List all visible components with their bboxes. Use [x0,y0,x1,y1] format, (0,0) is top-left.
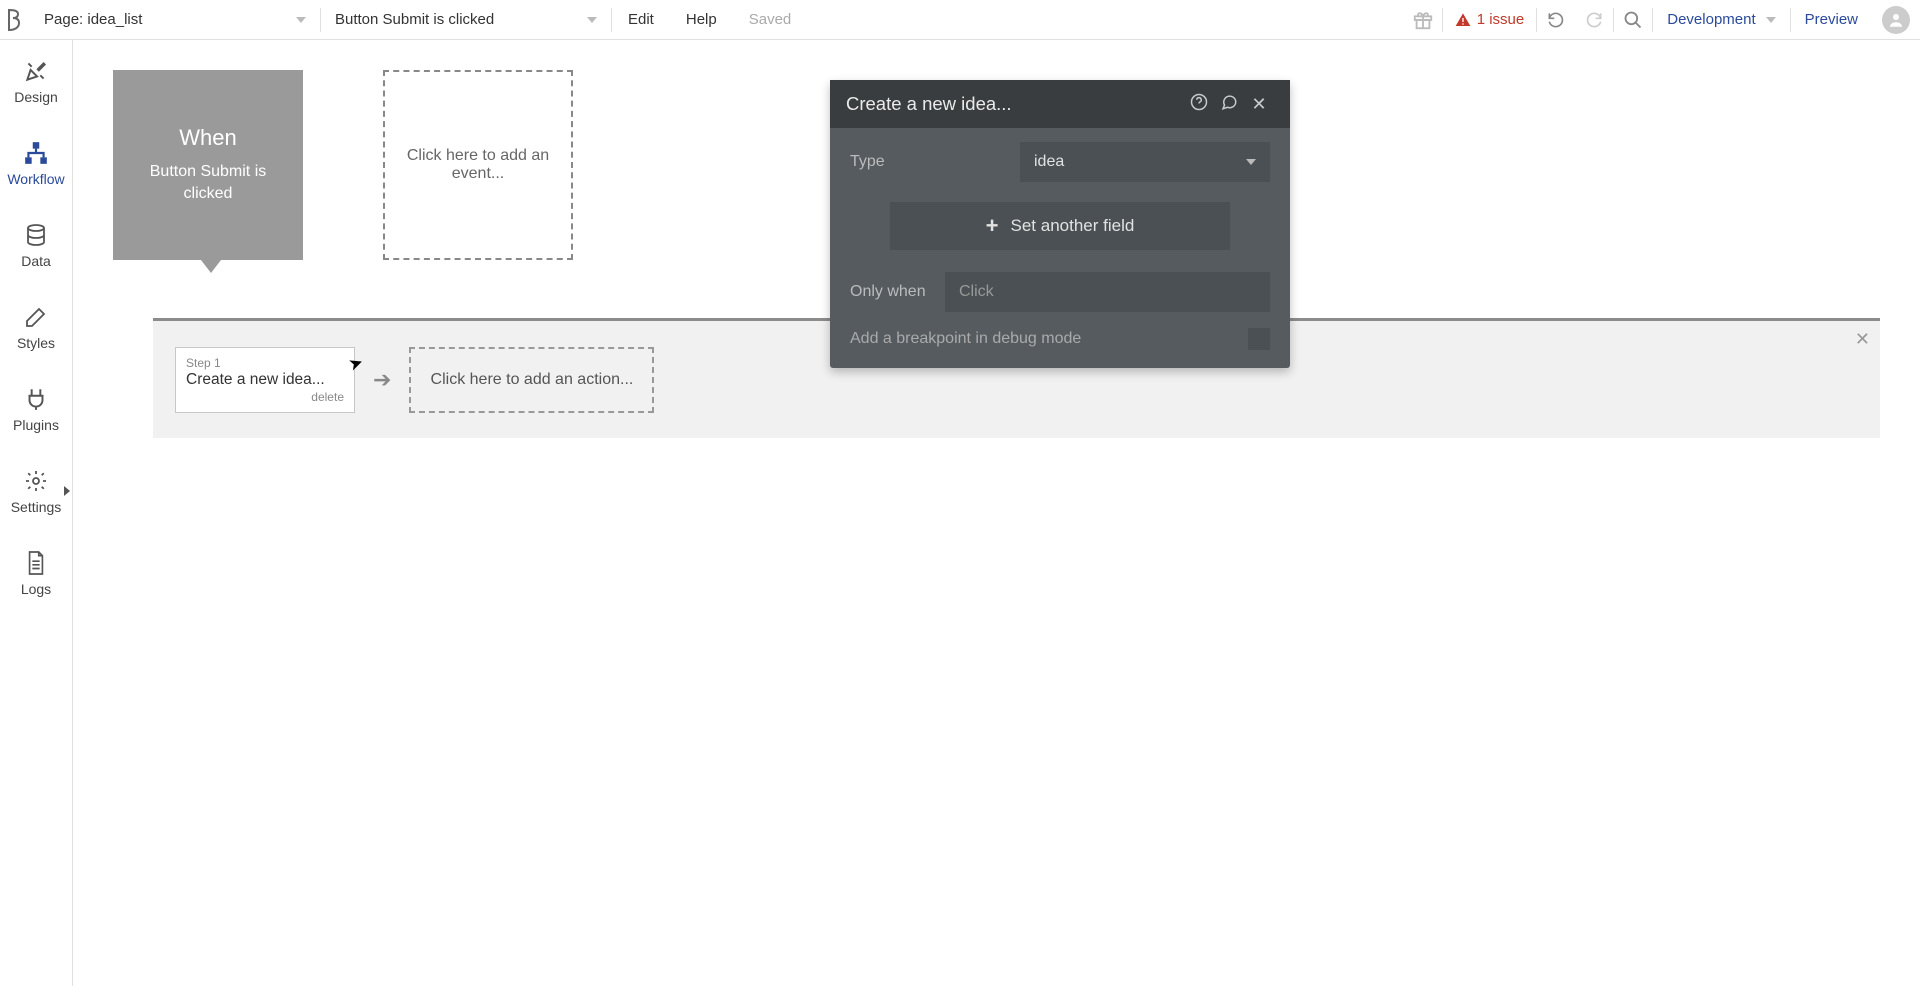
event-selected: Button Submit is clicked [335,11,494,28]
nav-settings[interactable]: Settings [0,450,72,532]
logs-icon [22,549,50,577]
help-icon[interactable] [1184,93,1214,116]
left-nav: Design Workflow Data Styles Plugins Sett… [0,40,73,986]
workflow-icon [22,139,50,167]
warning-icon [1455,12,1471,28]
nav-data-label: Data [21,253,51,269]
nav-plugins-label: Plugins [13,417,59,433]
type-label: Type [850,153,1020,171]
caret-down-icon [1246,159,1256,165]
redo-icon[interactable] [1575,0,1613,40]
nav-design-label: Design [14,89,58,105]
styles-icon [22,303,50,331]
type-value: idea [1034,153,1064,171]
caret-down-icon [587,17,597,23]
panel-header[interactable]: Create a new idea... ✕ [830,80,1290,128]
undo-icon[interactable] [1537,0,1575,40]
data-icon [22,221,50,249]
close-icon[interactable]: ✕ [1855,329,1870,350]
nav-logs-label: Logs [21,581,51,597]
nav-styles[interactable]: Styles [0,286,72,368]
step-delete[interactable]: delete [311,390,344,404]
event-when: When [179,125,236,151]
add-event-label: Click here to add an event... [405,147,551,183]
type-row: Type idea [850,142,1270,182]
chevron-right-icon [64,486,70,496]
issues-text: 1 issue [1477,11,1525,28]
issues-button[interactable]: 1 issue [1443,11,1537,28]
nav-workflow-label: Workflow [7,171,64,187]
step-number: Step 1 [186,356,344,370]
page-name: idea_list [87,11,142,28]
plus-icon: + [986,213,999,239]
avatar[interactable] [1882,6,1910,34]
breakpoint-checkbox[interactable] [1248,328,1270,350]
step-card[interactable]: Step 1 Create a new idea... delete ➤ [175,347,355,413]
search-icon[interactable] [1614,0,1652,40]
bubble-logo [0,0,30,40]
panel-title: Create a new idea... [846,93,1012,115]
event-selector[interactable]: Button Submit is clicked [321,0,611,39]
nav-settings-label: Settings [11,499,62,515]
only-when-placeholder: Click [959,283,994,301]
only-when-row: Only when Click [850,272,1270,312]
add-action-button[interactable]: Click here to add an action... [409,347,654,413]
nav-workflow[interactable]: Workflow [0,122,72,204]
nav-plugins[interactable]: Plugins [0,368,72,450]
edit-link[interactable]: Edit [612,11,670,28]
plugins-icon [22,385,50,413]
mode-selector[interactable]: Development [1653,11,1789,28]
add-action-label: Click here to add an action... [431,371,634,389]
property-panel: Create a new idea... ✕ Type idea + Set a… [830,80,1290,368]
saved-status: Saved [733,11,808,28]
gear-icon [22,467,50,495]
page-selector[interactable]: Page: idea_list [30,0,320,39]
nav-styles-label: Styles [17,335,55,351]
set-another-label: Set another field [1011,216,1135,236]
type-select[interactable]: idea [1020,142,1270,182]
topbar: Page: idea_list Button Submit is clicked… [0,0,1920,40]
event-box[interactable]: When Button Submit is clicked [113,70,303,260]
preview-link[interactable]: Preview [1791,11,1872,28]
step-title: Create a new idea... [186,371,344,389]
page-prefix: Page: [44,11,87,28]
nav-data[interactable]: Data [0,204,72,286]
nav-design[interactable]: Design [0,40,72,122]
only-when-label: Only when [850,283,945,301]
event-pointer-icon [201,260,221,273]
breakpoint-row: Add a breakpoint in debug mode [850,328,1270,350]
gift-icon[interactable] [1404,0,1442,40]
arrow-right-icon: ➔ [373,367,391,393]
panel-body: Type idea + Set another field Only when … [830,128,1290,368]
caret-down-icon [296,17,306,23]
event-trigger: Button Submit is clicked [127,161,289,204]
set-another-field-button[interactable]: + Set another field [890,202,1230,250]
design-icon [22,57,50,85]
help-link[interactable]: Help [670,11,733,28]
add-event-button[interactable]: Click here to add an event... [383,70,573,260]
caret-down-icon [1766,17,1776,23]
nav-logs[interactable]: Logs [0,532,72,614]
breakpoint-label: Add a breakpoint in debug mode [850,330,1081,348]
person-icon [1887,11,1905,29]
only-when-input[interactable]: Click [945,272,1270,312]
close-icon[interactable]: ✕ [1244,94,1274,115]
cursor-icon: ➤ [346,352,366,376]
comment-icon[interactable] [1214,93,1244,116]
mode-label: Development [1667,11,1755,28]
